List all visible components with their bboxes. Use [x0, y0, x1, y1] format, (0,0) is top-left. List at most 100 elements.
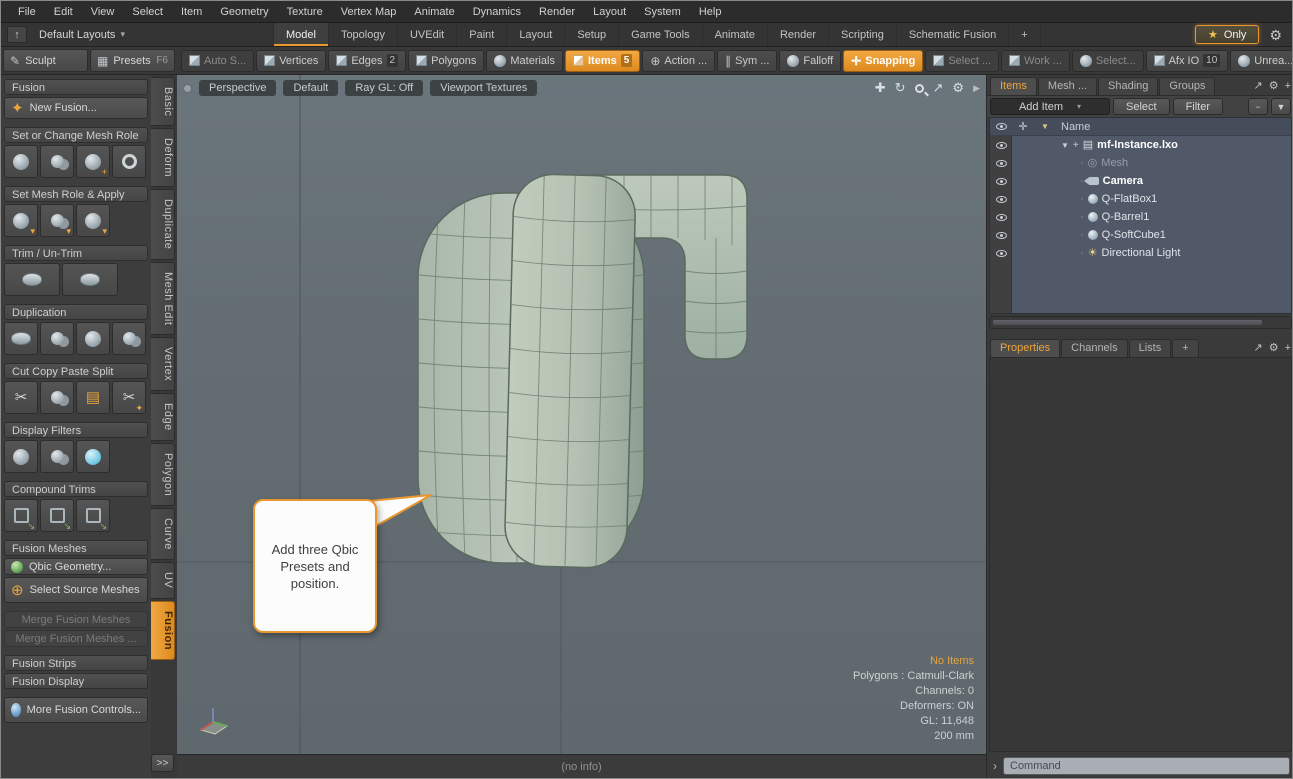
new-fusion-button[interactable]: ✦ New Fusion... — [4, 97, 148, 119]
tab-scripting[interactable]: Scripting — [828, 23, 896, 46]
visibility-toggle[interactable] — [990, 172, 1012, 190]
tab-render[interactable]: Render — [767, 23, 828, 46]
cut-button[interactable]: ✂ — [4, 381, 38, 414]
tab-topology[interactable]: Topology — [328, 23, 397, 46]
compound-c-button[interactable]: ↘ — [76, 499, 110, 532]
visibility-toggle[interactable] — [990, 226, 1012, 244]
tab-shading[interactable]: Shading — [1098, 77, 1158, 95]
visibility-toggle[interactable] — [990, 244, 1012, 262]
menu-edit[interactable]: Edit — [45, 3, 82, 21]
menu-texture[interactable]: Texture — [278, 3, 332, 21]
viewport-menu-icon[interactable]: ▶ — [973, 83, 980, 94]
role-apply-header[interactable]: Set Mesh Role & Apply — [4, 186, 148, 202]
menu-geometry[interactable]: Geometry — [211, 3, 277, 21]
role-add-button[interactable]: + — [76, 145, 110, 178]
copy-button[interactable] — [40, 381, 74, 414]
display-filters-header[interactable]: Display Filters — [4, 422, 148, 438]
menu-file[interactable]: File — [9, 3, 45, 21]
presets-button[interactable]: ▦ Presets F6 — [90, 49, 175, 72]
add-item-dropdown[interactable]: Add Item ▾ — [990, 98, 1110, 115]
zoom-icon[interactable] — [915, 84, 924, 93]
tab-vertex[interactable]: Vertex — [151, 337, 175, 391]
add-tab-icon[interactable]: + — [1285, 80, 1291, 92]
horizontal-scrollbar[interactable] — [989, 316, 1292, 329]
tab-add[interactable]: + — [1172, 339, 1198, 357]
tab-afx-io[interactable]: Afx IO 10 — [1146, 50, 1229, 72]
render-column-header[interactable]: ▼ — [1034, 118, 1056, 135]
compound-trims-header[interactable]: Compound Trims — [4, 481, 148, 497]
collapse-all-button[interactable]: − — [1248, 98, 1268, 115]
trim-header[interactable]: Trim / Un-Trim — [4, 245, 148, 261]
compound-a-button[interactable]: ↘ — [4, 499, 38, 532]
tab-groups[interactable]: Groups — [1159, 77, 1215, 95]
tab-auto-select[interactable]: Auto S... — [181, 50, 254, 72]
table-row-qflatbox[interactable]: · Q-FlatBox1 — [990, 190, 1291, 208]
fusion-section-header[interactable]: Fusion — [4, 79, 148, 95]
visibility-column-header[interactable] — [990, 118, 1012, 135]
tab-edge[interactable]: Edge — [151, 393, 175, 441]
layout-switcher-icon[interactable]: ↑ — [7, 26, 27, 43]
menu-system[interactable]: System — [635, 3, 690, 21]
qbic-geometry-button[interactable]: Qbic Geometry... — [4, 558, 148, 575]
visibility-toggle[interactable] — [990, 154, 1012, 172]
view-mode-button[interactable]: Perspective — [199, 80, 276, 96]
select-source-meshes-button[interactable]: ⊕ Select Source Meshes — [4, 577, 148, 603]
filter-all-button[interactable] — [4, 440, 38, 473]
apply-trim-button[interactable]: ▾ — [40, 204, 74, 237]
tab-polygons[interactable]: Polygons — [408, 50, 484, 72]
tab-animate[interactable]: Animate — [702, 23, 767, 46]
split-button[interactable]: ✂✦ — [112, 381, 146, 414]
tab-uv[interactable]: UV — [151, 562, 175, 598]
cut-copy-paste-header[interactable]: Cut Copy Paste Split — [4, 363, 148, 379]
tab-schematic-fusion[interactable]: Schematic Fusion — [896, 23, 1008, 46]
name-column-header[interactable]: Name — [1056, 118, 1291, 135]
tab-model[interactable]: Model — [273, 23, 328, 46]
tab-add-layout[interactable]: + — [1008, 23, 1040, 46]
menu-dynamics[interactable]: Dynamics — [464, 3, 530, 21]
duplicate-d-button[interactable] — [112, 322, 146, 355]
tab-basic[interactable]: Basic — [151, 77, 175, 126]
pin-column-header[interactable]: ✛ — [1012, 118, 1034, 135]
table-row-qsoftcube[interactable]: · Q-SoftCube1 — [990, 226, 1291, 244]
gear-icon[interactable]: ⚙ — [1269, 28, 1282, 42]
viewport-textures-toggle[interactable]: Viewport Textures — [430, 80, 537, 96]
tab-falloff[interactable]: Falloff — [779, 50, 841, 72]
pan-icon[interactable]: ✚ — [875, 80, 886, 96]
pop-out-icon[interactable]: ↗ — [1253, 79, 1262, 92]
duplicate-b-button[interactable] — [40, 322, 74, 355]
tab-symmetry[interactable]: ∥ Sym ... — [717, 50, 777, 72]
menu-layout[interactable]: Layout — [584, 3, 635, 21]
menu-animate[interactable]: Animate — [405, 3, 463, 21]
menu-view[interactable]: View — [82, 3, 124, 21]
layout-switcher[interactable]: Default Layouts ▾ — [29, 23, 135, 46]
set-role-header[interactable]: Set or Change Mesh Role — [4, 127, 148, 143]
tab-uvedit[interactable]: UVEdit — [397, 23, 456, 46]
panel-gear-icon[interactable]: ⚙ — [1269, 79, 1279, 92]
maximize-icon[interactable]: ↗ — [933, 80, 944, 96]
tab-unreal[interactable]: Unrea... — [1230, 50, 1292, 72]
compound-b-button[interactable]: ↘ — [40, 499, 74, 532]
fusion-meshes-header[interactable]: Fusion Meshes — [4, 540, 148, 556]
tab-properties[interactable]: Properties — [990, 339, 1060, 357]
tab-curve[interactable]: Curve — [151, 508, 175, 560]
duplication-header[interactable]: Duplication — [4, 304, 148, 320]
tab-work-plane[interactable]: Work ... — [1001, 50, 1070, 72]
tab-game-tools[interactable]: Game Tools — [618, 23, 702, 46]
only-button[interactable]: ★ Only — [1195, 25, 1260, 44]
role-primary-button[interactable] — [4, 145, 38, 178]
visibility-toggle[interactable] — [990, 208, 1012, 226]
visibility-toggle[interactable] — [990, 136, 1012, 154]
table-row-qbarrel[interactable]: · Q-Barrel1 — [990, 208, 1291, 226]
menu-item[interactable]: Item — [172, 3, 211, 21]
expander-icon[interactable]: ▼ — [1061, 141, 1069, 150]
fusion-strips-header[interactable]: Fusion Strips — [4, 655, 148, 671]
more-fusion-controls-button[interactable]: More Fusion Controls... — [4, 697, 148, 723]
tab-items[interactable]: Items — [990, 77, 1037, 95]
tab-snapping[interactable]: ✛ Snapping — [843, 50, 923, 72]
table-row-mesh[interactable]: · ◎ Mesh — [990, 154, 1291, 172]
apply-primary-button[interactable]: ▾ — [4, 204, 38, 237]
paste-button[interactable]: ▤ — [76, 381, 110, 414]
tab-mesh-edit[interactable]: Mesh Edit — [151, 262, 175, 335]
filter-sources-button[interactable] — [40, 440, 74, 473]
duplicate-c-button[interactable] — [76, 322, 110, 355]
